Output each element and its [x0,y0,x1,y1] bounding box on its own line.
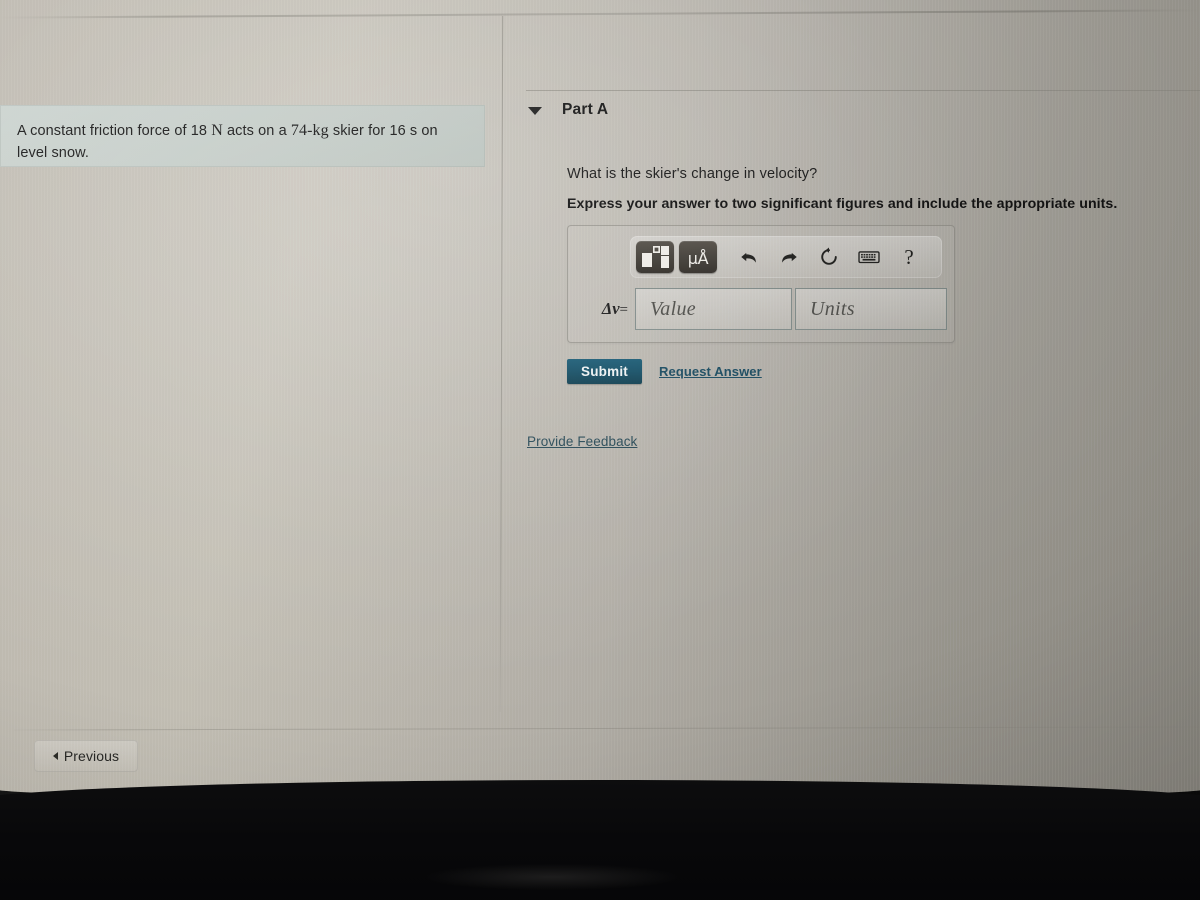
monitor-bezel [0,780,1200,900]
request-answer-link[interactable]: Request Answer [659,364,762,379]
skier-mass: 74-kg [290,122,329,139]
redo-arrow-icon [782,252,797,263]
value-input[interactable] [635,288,792,330]
question-text: What is the skier's change in velocity? [567,166,818,182]
answer-input-row: Δv= [568,288,954,330]
micro-angstrom-icon: μÅ [687,248,709,268]
previous-button-label: Previous [63,748,120,764]
mastering-physics-page: A constant friction force of 18 N acts o… [0,0,1200,900]
units-input[interactable] [795,288,947,330]
part-a-title: Part A [562,101,609,118]
keyboard-button[interactable] [850,241,888,273]
question-mark-icon: ? [904,244,914,269]
math-template-button[interactable] [636,241,674,273]
keyboard-icon [858,251,880,264]
force-unit: N [211,122,223,139]
answer-toolbar: μÅ ? [630,236,942,278]
delta-v-symbol: Δv [601,299,620,318]
help-button[interactable]: ? [890,241,928,273]
part-a-header[interactable]: Part A [528,101,608,119]
reset-circular-arrow-icon [821,247,837,265]
provide-feedback-link[interactable]: Provide Feedback [527,434,637,449]
reset-button[interactable] [810,241,848,273]
math-template-icon [642,246,669,268]
problem-mid2: skier for 16 [328,123,410,139]
equals-symbol: = [619,302,628,318]
previous-button[interactable]: Previous [34,740,138,772]
variable-label: Δv= [568,299,635,319]
column-divider [499,16,504,712]
units-template-button[interactable]: μÅ [679,241,717,273]
footer-divider [14,726,1200,731]
browser-top-divider [0,9,1200,19]
redo-button[interactable] [770,241,808,273]
undo-button[interactable] [730,241,768,273]
undo-arrow-icon [741,252,756,263]
screen-photo: A constant friction force of 18 N acts o… [0,0,1200,900]
problem-statement-box: A constant friction force of 18 N acts o… [0,105,485,167]
triangle-left-icon [52,752,58,760]
problem-prefix: A constant friction force of 18 [17,123,212,139]
problem-mid: acts on a [222,123,291,139]
problem-statement-text: A constant friction force of 18 N acts o… [17,120,467,164]
part-a-top-divider [526,90,1200,91]
triangle-down-icon[interactable] [528,107,542,115]
submit-button[interactable]: Submit [567,359,642,384]
answer-instruction: Express your answer to two significant f… [567,196,1118,212]
answer-input-widget: μÅ ? Δv= Value Units [567,225,955,343]
